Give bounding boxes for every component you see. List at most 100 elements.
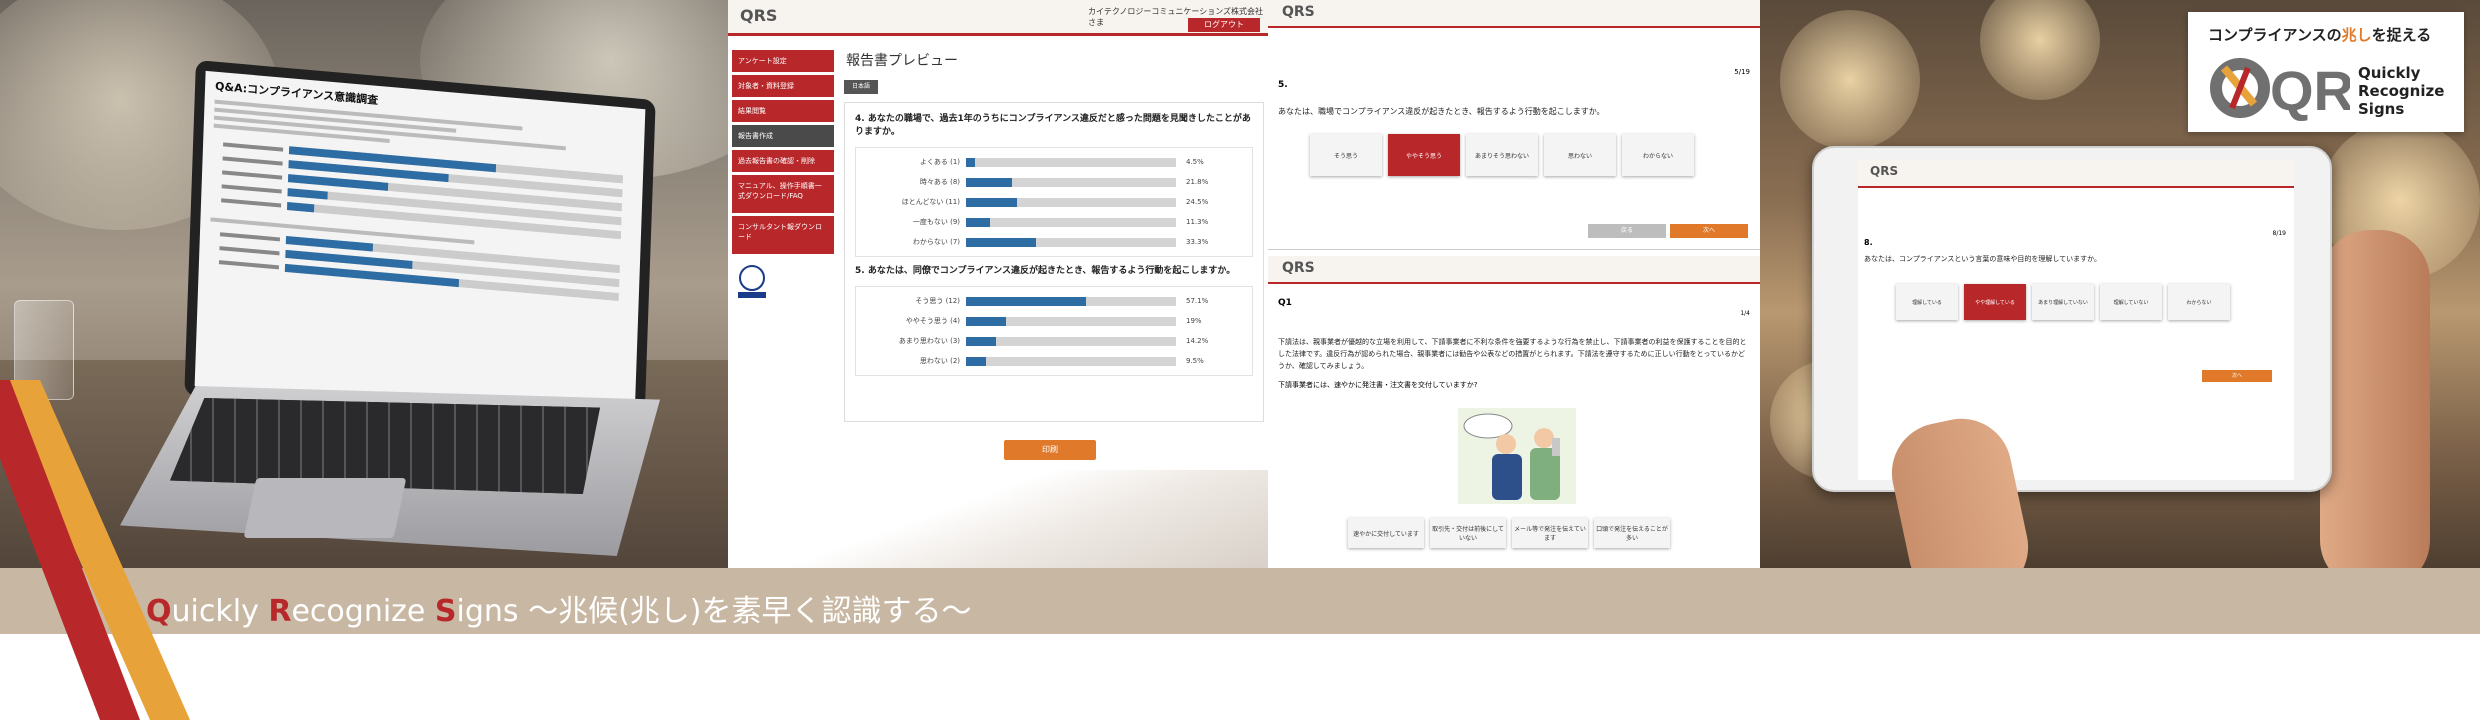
app-header: QRS: [1268, 256, 1760, 284]
answer-options: そう思う ややそう思う あまりそう思わない 思わない わからない: [1310, 134, 1694, 176]
slogan-word: ecognize: [291, 594, 435, 629]
answer-option-button[interactable]: メール等で発注を伝えています: [1512, 518, 1588, 548]
answer-option-button[interactable]: ややそう思う: [1388, 134, 1460, 176]
qrs-logo-mark: QRS: [2210, 54, 2391, 122]
sidebar-item-survey-settings[interactable]: アンケート設定: [732, 50, 834, 72]
result-label: わからない (7): [912, 238, 960, 246]
logout-button[interactable]: ログアウト: [1188, 18, 1260, 32]
report-content[interactable]: 4. あなたの職場で、過去1年のうちにコンプライアンス違反だと感った問題を見聞き…: [844, 102, 1264, 422]
bar-label: [223, 142, 284, 152]
result-percent: 21.8%: [1186, 178, 1209, 186]
red-stripe: [0, 380, 140, 720]
result-bar-fill: [966, 157, 976, 167]
sidebar-nav: アンケート設定 対象者・資料登録 結果閲覧 報告書作成 過去報告書の確認・削除 …: [732, 50, 834, 300]
next-button[interactable]: 次へ: [2202, 370, 2272, 382]
survey-screens-panel: QRS 5/19 5. あなたは、職場でコンプライアンス違反が起きたとき、報告す…: [1268, 0, 1760, 568]
question-title: 5. あなたは、同僚でコンプライアンス違反が起きたとき、報告するよう行動を起こし…: [855, 266, 1236, 276]
result-bar-fill: [966, 296, 1086, 306]
sidebar-item-results[interactable]: 結果閲覧: [732, 100, 834, 122]
answer-option-button[interactable]: 理解している: [1896, 284, 1958, 320]
slogan-band: Quickly Recognize Signs ～兆候(兆し)を素早く認識する～: [0, 568, 2480, 634]
sidebar-item-registration[interactable]: 対象者・資料登録: [732, 75, 834, 97]
back-button[interactable]: 戻る: [1588, 224, 1666, 238]
result-label: 時々ある (8): [919, 178, 960, 186]
qrs-logo: QRS: [1870, 164, 1899, 178]
business-people-illustration: [1458, 408, 1576, 504]
survey-screen-top: QRS 5/19 5. あなたは、職場でコンプライアンス違反が起きたとき、報告す…: [1268, 0, 1760, 250]
answer-option-button[interactable]: わからない: [2168, 284, 2230, 320]
question-title: 4. あなたの職場で、過去1年のうちにコンプライアンス違反だと感った問題を見聞き…: [855, 114, 1251, 137]
result-bar-fill: [966, 356, 986, 366]
answer-option-button[interactable]: そう思う: [1310, 134, 1382, 176]
answer-option-button[interactable]: やや理解している: [1964, 284, 2026, 320]
result-bar-track: [966, 157, 1176, 167]
logo-tagline-highlight: 兆し: [2341, 26, 2372, 44]
report-preview-panel: QRS カイテクノロジーコミュニケーションズ株式会社 さま ログアウト アンケー…: [728, 0, 1268, 568]
result-bar-fill: [966, 217, 990, 227]
result-label: 一度もない (9): [912, 218, 960, 226]
result-bar-fill: [966, 336, 996, 346]
bar-label: [218, 260, 280, 270]
bar-label: [222, 156, 283, 166]
next-button[interactable]: 次へ: [1670, 224, 1748, 238]
sidebar-item-manual-download[interactable]: マニュアル、操作手順書一式ダウンロード/FAQ: [732, 175, 834, 213]
sidebar-item-consultant-download[interactable]: コンサルタント報ダウンロード: [732, 216, 834, 254]
banner: Q&A:コンプライアンス意識調査 QRS カイテクノロジーコミュニケーションズ株…: [0, 0, 2480, 720]
logo-tagline-pre: コンプライアンスの: [2208, 26, 2342, 44]
print-button[interactable]: 印刷: [1004, 440, 1096, 460]
question-number: 8.: [1864, 238, 1873, 247]
page-indicator: 5/19: [1734, 68, 1750, 76]
app-header: QRS カイテクノロジーコミュニケーションズ株式会社 さま ログアウト: [728, 0, 1268, 36]
result-percent: 14.2%: [1186, 337, 1209, 345]
qrs-logo: QRS: [1282, 260, 1315, 276]
slogan-japanese: ～兆候(兆し)を素早く認識する～: [518, 594, 972, 629]
logo-letters: QRS: [2270, 59, 2350, 122]
page-indicator: 1/4: [1740, 310, 1750, 317]
answer-option-button[interactable]: 思わない: [1544, 134, 1616, 176]
result-label: ややそう思う (4): [905, 317, 960, 325]
result-percent: 24.5%: [1186, 198, 1209, 206]
answer-options: 理解している やや理解している あまり理解していない 理解していない わからない: [1896, 284, 2230, 320]
bar-label: [219, 246, 280, 256]
tablet-device: QRS 8/19 8. あなたは、コンプライアンスという言葉の意味や目的を理解し…: [1812, 146, 2332, 492]
survey-nav: 戻る 次へ: [1588, 224, 1748, 238]
result-bar-fill: [966, 316, 1006, 326]
result-bar-track: [966, 177, 1176, 187]
app-header: QRS: [1858, 160, 2294, 188]
language-button[interactable]: 日本語: [844, 80, 878, 94]
answer-option-button[interactable]: あまりそう思わない: [1466, 134, 1538, 176]
result-bar-track: [966, 316, 1176, 326]
answer-option-button[interactable]: 理解していない: [2100, 284, 2162, 320]
decorative-footer: [728, 470, 1268, 568]
survey-screen-bottom: QRS 1/4 Q1 下請法は、親事業者が優越的な立場を利用して、下請事業者に不…: [1268, 256, 1760, 568]
page-title: 報告書プレビュー: [846, 53, 958, 69]
answer-option-button[interactable]: 口頭で発注を伝えることが多い: [1594, 518, 1670, 548]
slogan-initial-r: R: [268, 594, 292, 629]
result-label: 思わない (2): [919, 357, 960, 365]
result-bar-group: そう思う (12) 57.1% ややそう思う (4) 19% あまり思わない (3) 14…: [855, 286, 1253, 376]
answer-option-button[interactable]: わからない: [1622, 134, 1694, 176]
result-row: ややそう思う (4) 19%: [856, 311, 1252, 331]
result-percent: 4.5%: [1186, 158, 1204, 166]
result-percent: 19%: [1186, 317, 1202, 325]
qrs-logo: QRS: [1282, 4, 1315, 20]
result-row: わからない (7) 33.3%: [856, 232, 1252, 252]
result-bar-track: [966, 296, 1176, 306]
sidebar-item-report-create[interactable]: 報告書作成: [732, 125, 834, 147]
logo-subtitle: Quickly Recognize Signs: [2358, 64, 2444, 118]
sidebar-item-past-reports[interactable]: 過去報告書の確認・削除: [732, 150, 834, 172]
result-bar-track: [966, 217, 1176, 227]
app-header: QRS: [1268, 0, 1760, 28]
slogan-word: igns: [456, 594, 519, 629]
result-percent: 57.1%: [1186, 297, 1209, 305]
logo-word-recognize: Recognize: [2358, 82, 2445, 100]
answer-option-button[interactable]: 速やかに交付しています: [1348, 518, 1424, 548]
bar-label: [222, 170, 283, 180]
answer-option-button[interactable]: あまり理解していない: [2032, 284, 2094, 320]
question-text: あなたは、職場でコンプライアンス違反が起きたとき、報告するよう行動を起こしますか…: [1278, 107, 1605, 116]
qrs-brand-logo: コンプライアンスの兆しを捉える QRS Quickly Recognize Si…: [2188, 12, 2464, 132]
slogan-initial-s: S: [434, 594, 457, 629]
result-label: そう思う (12): [915, 297, 960, 305]
answer-option-button[interactable]: 取引先・交付は前後にしていない: [1430, 518, 1506, 548]
result-bar-track: [966, 197, 1176, 207]
